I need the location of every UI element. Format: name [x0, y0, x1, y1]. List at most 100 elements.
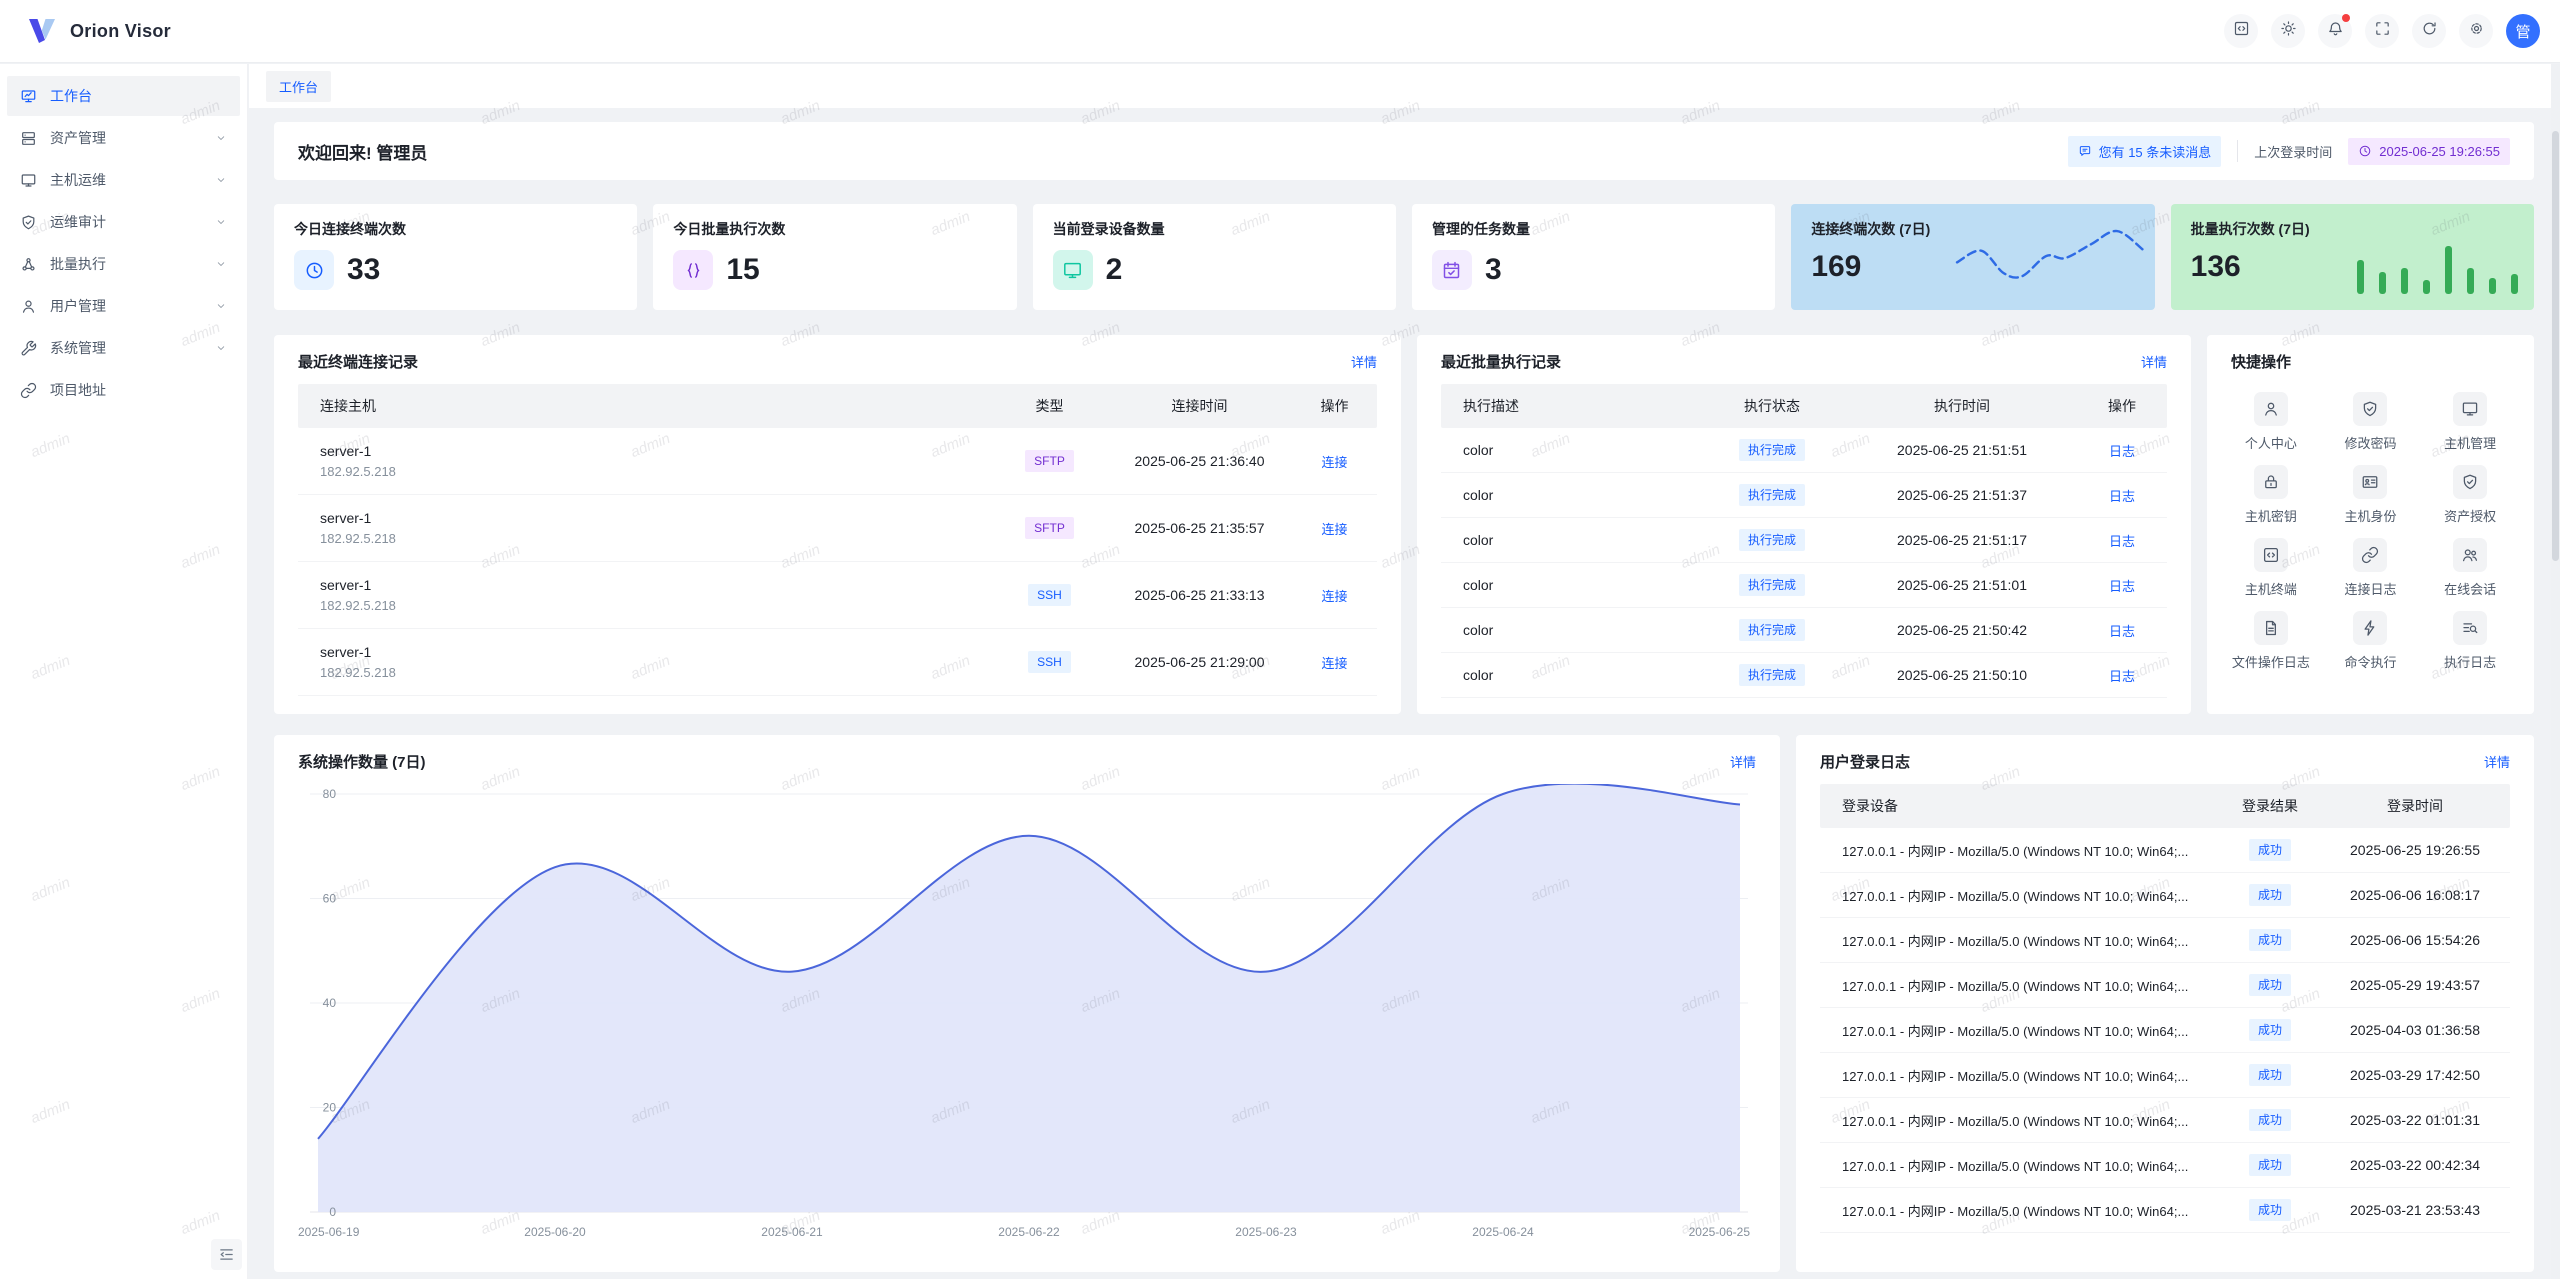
svg-text:2025-06-24: 2025-06-24	[1472, 1225, 1534, 1239]
batch-log-detail-link[interactable]: 详情	[2141, 352, 2167, 371]
breadcrumb[interactable]: 工作台	[266, 71, 331, 102]
svg-text:2025-06-25: 2025-06-25	[1689, 1225, 1751, 1239]
login-time-cell: 2025-05-29 19:43:57	[2320, 977, 2510, 993]
svg-text:2025-06-20: 2025-06-20	[524, 1225, 586, 1239]
quick-action-person[interactable]: 个人中心	[2221, 392, 2321, 452]
stat-card-value: 33	[347, 253, 380, 287]
exec-status-badge: 执行完成	[1739, 484, 1805, 506]
sidebar-item-label: 主机运维	[50, 170, 215, 190]
table-row: color执行完成2025-06-25 21:51:37日志	[1441, 473, 2167, 518]
clock-icon	[2358, 144, 2372, 158]
quick-action-id-card[interactable]: 主机身份	[2321, 465, 2421, 525]
quick-action-users[interactable]: 在线会话	[2420, 538, 2520, 598]
trend-card-title: 连接终端次数 (7日)	[1811, 219, 2134, 239]
trend-card-value: 169	[1811, 250, 1861, 284]
terminal-log-detail-link[interactable]: 详情	[1351, 352, 1377, 371]
exec-time-cell: 2025-06-25 21:51:51	[1847, 442, 2077, 458]
login-device-cell: 127.0.0.1 - 内网IP - Mozilla/5.0 (Windows …	[1820, 841, 2220, 860]
quick-action-link[interactable]: 连接日志	[2321, 538, 2421, 598]
sidebar-item-label: 资产管理	[50, 128, 215, 148]
exec-status-badge: 执行完成	[1739, 664, 1805, 686]
login-result-badge: 成功	[2249, 974, 2291, 996]
quick-action-search-list[interactable]: 执行日志	[2420, 611, 2520, 671]
scrollbar-thumb[interactable]	[2552, 131, 2559, 561]
exec-time-cell: 2025-06-25 21:50:10	[1847, 667, 2077, 683]
login-result-badge: 成功	[2249, 1154, 2291, 1176]
sidebar-collapse-button[interactable]	[211, 1239, 242, 1270]
type-badge: SSH	[1028, 584, 1071, 606]
type-cell: SSH	[992, 584, 1107, 606]
log-link[interactable]: 日志	[2109, 669, 2135, 684]
exec-desc-cell: color	[1441, 667, 1697, 683]
table-row: server-1182.92.5.218SFTP2025-06-25 21:36…	[298, 428, 1377, 495]
log-link[interactable]: 日志	[2109, 444, 2135, 459]
quick-action-lightning[interactable]: 命令执行	[2321, 611, 2421, 671]
sidebar-item-workbench[interactable]: 工作台	[7, 76, 240, 116]
login-log-detail-link[interactable]: 详情	[2484, 752, 2510, 771]
ops-chart-panel: 系统操作数量 (7日) 详情 0204060802025-06-192025-0…	[274, 735, 1780, 1272]
host-ip: 182.92.5.218	[320, 464, 992, 479]
log-link[interactable]: 日志	[2109, 624, 2135, 639]
login-result-badge: 成功	[2249, 1109, 2291, 1131]
login-time-cell: 2025-03-21 23:53:43	[2320, 1202, 2510, 1218]
quick-action-label: 主机终端	[2245, 579, 2297, 598]
sidebar-item-wrench[interactable]: 系统管理	[7, 328, 240, 368]
stat-card-title: 管理的任务数量	[1432, 219, 1755, 239]
sidebar-item-cluster[interactable]: 批量执行	[7, 244, 240, 284]
last-login-time-badge: 2025-06-25 19:26:55	[2348, 138, 2510, 165]
sidebar: 工作台资产管理主机运维运维审计批量执行用户管理系统管理项目地址	[0, 64, 248, 1279]
connect-time-cell: 2025-06-25 21:29:00	[1107, 654, 1292, 670]
connect-link[interactable]: 连接	[1321, 455, 1347, 470]
theme-button[interactable]	[2271, 14, 2305, 48]
sidebar-item-link[interactable]: 项目地址	[7, 370, 240, 410]
refresh-button[interactable]	[2412, 14, 2446, 48]
notifications-button[interactable]	[2318, 14, 2352, 48]
exec-time-cell: 2025-06-25 21:51:01	[1847, 577, 2077, 593]
quick-action-shield-check[interactable]: 资产授权	[2420, 465, 2520, 525]
connect-link[interactable]: 连接	[1321, 656, 1347, 671]
sidebar-item-person[interactable]: 用户管理	[7, 286, 240, 326]
sidebar-item-shield-check[interactable]: 运维审计	[7, 202, 240, 242]
table-row: 127.0.0.1 - 内网IP - Mozilla/5.0 (Windows …	[1820, 1143, 2510, 1188]
lightning-icon	[2353, 611, 2387, 645]
ops-chart-detail-link[interactable]: 详情	[1730, 752, 1756, 771]
user-avatar[interactable]: 管	[2506, 14, 2540, 48]
monitor-icon	[2453, 392, 2487, 426]
connect-link[interactable]: 连接	[1321, 589, 1347, 604]
login-device-cell: 127.0.0.1 - 内网IP - Mozilla/5.0 (Windows …	[1820, 1021, 2220, 1040]
quick-action-label: 在线会话	[2444, 579, 2496, 598]
host-name: server-1	[320, 510, 992, 526]
sidebar-item-monitor[interactable]: 主机运维	[7, 160, 240, 200]
connect-link[interactable]: 连接	[1321, 522, 1347, 537]
ops-area-chart: 0204060802025-06-192025-06-202025-06-212…	[274, 784, 1780, 1254]
svg-text:40: 40	[323, 996, 337, 1010]
login-time-cell: 2025-03-22 00:42:34	[2320, 1157, 2510, 1173]
welcome-title: 欢迎回来! 管理员	[298, 139, 427, 164]
quick-action-monitor[interactable]: 主机管理	[2420, 392, 2520, 452]
fullscreen-button[interactable]	[2365, 14, 2399, 48]
log-link[interactable]: 日志	[2109, 534, 2135, 549]
id-card-icon	[2353, 465, 2387, 499]
quick-action-lock[interactable]: 主机密钥	[2221, 465, 2321, 525]
table-row: 127.0.0.1 - 内网IP - Mozilla/5.0 (Windows …	[1820, 918, 2510, 963]
quick-action-label: 命令执行	[2344, 652, 2396, 671]
quick-action-file-text[interactable]: 文件操作日志	[2221, 611, 2321, 671]
login-result-badge: 成功	[2249, 1019, 2291, 1041]
shield-check-icon	[2453, 465, 2487, 499]
bottom-row: 系统操作数量 (7日) 详情 0204060802025-06-192025-0…	[274, 735, 2534, 1272]
server-icon	[20, 130, 37, 147]
quick-action-code-square[interactable]: 主机终端	[2221, 538, 2321, 598]
host-cell: server-1182.92.5.218	[298, 644, 992, 680]
settings-button[interactable]	[2459, 14, 2493, 48]
quick-action-shield-check[interactable]: 修改密码	[2321, 392, 2421, 452]
svg-text:0: 0	[329, 1205, 336, 1219]
log-link[interactable]: 日志	[2109, 579, 2135, 594]
sidebar-item-label: 工作台	[50, 86, 227, 106]
login-device-cell: 127.0.0.1 - 内网IP - Mozilla/5.0 (Windows …	[1820, 931, 2220, 950]
unread-messages-badge[interactable]: 您有 15 条未读消息	[2068, 136, 2222, 167]
connect-time-cell: 2025-06-25 21:35:57	[1107, 520, 1292, 536]
code-button[interactable]	[2224, 14, 2258, 48]
stat-card: 管理的任务数量3	[1412, 204, 1775, 310]
sidebar-item-server[interactable]: 资产管理	[7, 118, 240, 158]
log-link[interactable]: 日志	[2109, 489, 2135, 504]
